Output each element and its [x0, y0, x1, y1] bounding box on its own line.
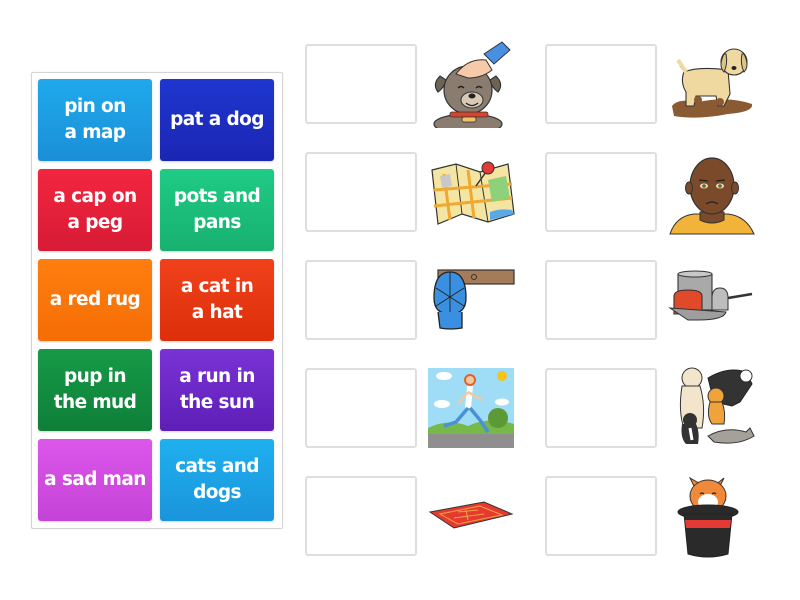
- drop-zone-9[interactable]: [545, 368, 657, 448]
- tile-label: cats and dogs: [175, 456, 259, 503]
- drop-zone-3[interactable]: [305, 260, 417, 340]
- tile-a-cat-in-a-hat[interactable]: a cat in a hat: [160, 259, 274, 341]
- tile-label: a cat in a hat: [180, 276, 254, 323]
- drop-zone-4[interactable]: [305, 368, 417, 448]
- drop-zone-5[interactable]: [305, 476, 417, 556]
- tile-label: pin on a map: [64, 96, 126, 143]
- tile-a-run-in-the-sun[interactable]: a run in the sun: [160, 349, 274, 431]
- drop-zone-8[interactable]: [545, 260, 657, 340]
- tile-pat-a-dog[interactable]: pat a dog: [160, 79, 274, 161]
- hand-patting-dog-icon: [428, 40, 516, 128]
- cats-and-dogs-group-icon: [668, 362, 756, 450]
- tile-label: a red rug: [49, 289, 141, 310]
- tile-label: pat a dog: [170, 109, 264, 130]
- tile-label: a sad man: [44, 469, 146, 490]
- drop-zone-7[interactable]: [545, 152, 657, 232]
- tile-label: pots and pans: [173, 186, 261, 233]
- tile-label: a cap on a peg: [53, 186, 137, 233]
- drop-zone-10[interactable]: [545, 476, 657, 556]
- puppy-in-mud-icon: [668, 40, 756, 128]
- drop-zone-6[interactable]: [545, 44, 657, 124]
- sad-boy-face-icon: [668, 148, 756, 236]
- tile-label: a run in the sun: [179, 366, 255, 413]
- tile-pin-on-a-map[interactable]: pin on a map: [38, 79, 152, 161]
- girl-running-in-sun-icon: [428, 366, 516, 454]
- drop-zone-1[interactable]: [305, 44, 417, 124]
- red-rug-icon: [428, 474, 516, 562]
- tile-pup-in-the-mud[interactable]: pup in the mud: [38, 349, 152, 431]
- word-tile-bank: pin on a map pat a dog a cap on a peg po…: [31, 72, 283, 529]
- cat-in-top-hat-icon: [668, 470, 756, 558]
- tile-pots-and-pans[interactable]: pots and pans: [160, 169, 274, 251]
- tile-a-sad-man[interactable]: a sad man: [38, 439, 152, 521]
- tile-label: pup in the mud: [53, 366, 137, 413]
- drop-zone-2[interactable]: [305, 152, 417, 232]
- tile-cats-and-dogs[interactable]: cats and dogs: [160, 439, 274, 521]
- pots-and-pans-icon: [668, 258, 756, 346]
- map-with-pin-icon: [428, 150, 516, 238]
- tile-a-red-rug[interactable]: a red rug: [38, 259, 152, 341]
- tile-a-cap-on-a-peg[interactable]: a cap on a peg: [38, 169, 152, 251]
- blue-cap-on-peg-icon: [428, 258, 516, 346]
